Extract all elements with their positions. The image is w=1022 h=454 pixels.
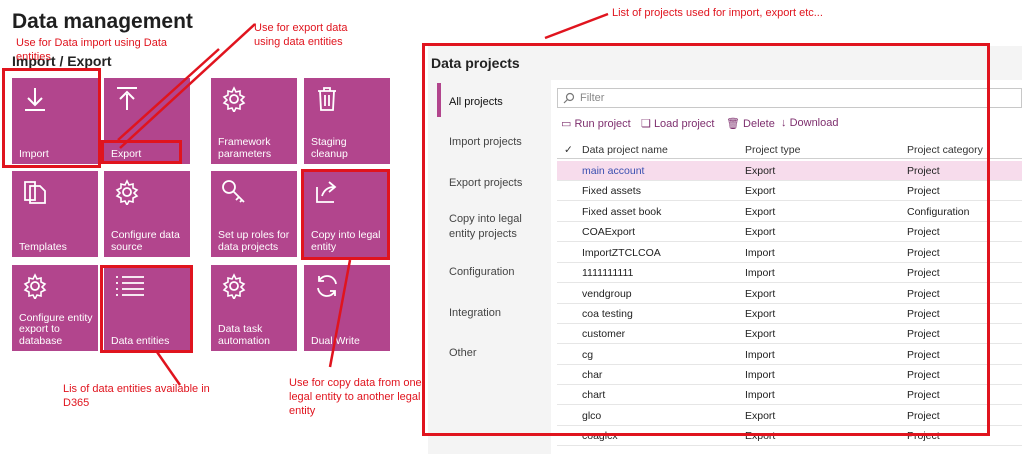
- copy-annotation: Use for copy data from one legal entity …: [289, 377, 422, 417]
- gear-icon: [222, 86, 246, 112]
- copy-highlight-box: [301, 169, 390, 260]
- gear-icon: [115, 179, 139, 205]
- entities-annotation: Lis of data entities available in D365: [63, 383, 210, 409]
- documents-icon: [24, 181, 46, 204]
- tile-framework-parameters[interactable]: Framework parameters: [211, 78, 297, 164]
- data-entities-highlight-box: [100, 265, 193, 353]
- tile-label: Staging cleanup: [311, 136, 348, 160]
- tile-set-up-roles[interactable]: Set up roles for data projects: [211, 171, 297, 257]
- export-annotation: Use for export data using data entities: [254, 22, 348, 48]
- projects-annotation: List of projects used for import, export…: [612, 7, 823, 19]
- import-highlight-box: [2, 68, 101, 168]
- tile-dual-write[interactable]: Dual Write: [304, 265, 390, 351]
- import-annotation: Use for Data import using Data entities: [16, 37, 168, 63]
- projects-highlight-box: [422, 43, 990, 436]
- tile-label: Framework parameters: [218, 136, 272, 160]
- tile-configure-data-source[interactable]: Configure data source: [104, 171, 190, 257]
- gear-icon: [23, 273, 47, 299]
- sync-icon: [317, 275, 337, 297]
- tile-label: Templates: [19, 240, 67, 253]
- tile-templates[interactable]: Templates: [12, 171, 98, 257]
- tile-label: Dual Write: [311, 334, 360, 347]
- tile-label: Configure data source: [111, 229, 180, 253]
- key-icon: [222, 180, 245, 203]
- upload-arrow-icon: [117, 87, 137, 110]
- trash-icon: [318, 87, 336, 111]
- tile-label: Configure entity export to database: [19, 311, 93, 347]
- export-highlight-box: [101, 140, 182, 164]
- entities-arrow: [155, 351, 182, 386]
- tile-label: Set up roles for data projects: [218, 229, 290, 253]
- tile-data-task-automation[interactable]: Data task automation: [211, 265, 297, 351]
- page-title: Data management: [12, 10, 193, 33]
- tile-staging-cleanup[interactable]: Staging cleanup: [304, 78, 390, 164]
- tile-label: Data task automation: [218, 323, 270, 347]
- gear-icon: [222, 273, 246, 299]
- tile-configure-entity-export[interactable]: Configure entity export to database: [12, 265, 98, 351]
- projects-arrow: [544, 12, 609, 40]
